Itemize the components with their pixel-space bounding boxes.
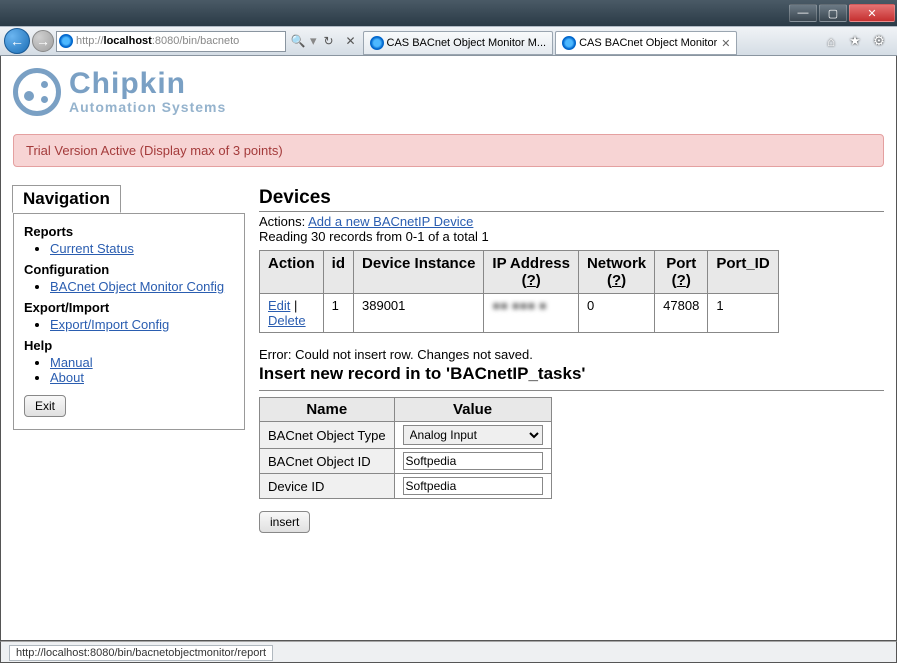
col-id: id: [323, 251, 353, 294]
form-row: Device ID: [260, 474, 552, 499]
refresh-button[interactable]: ↻: [319, 31, 339, 51]
form-input[interactable]: [403, 477, 543, 495]
ie-icon: [59, 34, 73, 48]
col-portid: Port_ID: [708, 251, 778, 294]
form-col-value: Value: [394, 398, 551, 422]
devices-actions: Actions: Add a new BACnetIP Device: [259, 214, 884, 229]
home-icon[interactable]: ⌂: [823, 33, 839, 49]
add-device-link[interactable]: Add a new BACnetIP Device: [308, 214, 473, 229]
cell-port: 47808: [655, 294, 708, 333]
browser-tab-2[interactable]: CAS BACnet Object Monitor ✕: [555, 31, 737, 55]
url-port: :8080: [152, 35, 180, 47]
delete-link[interactable]: Delete: [268, 313, 306, 328]
trial-banner: Trial Version Active (Display max of 3 p…: [13, 134, 884, 167]
form-row: BACnet Object Type Analog Input: [260, 422, 552, 449]
col-ip: IP Address(?): [484, 251, 579, 294]
object-type-select[interactable]: Analog Input: [403, 425, 543, 445]
url-prefix: http://: [76, 35, 104, 47]
insert-form: Name Value BACnet Object Type Analog Inpu…: [259, 397, 552, 499]
status-bar: http://localhost:8080/bin/bacnetobjectmo…: [0, 641, 897, 663]
nav-link[interactable]: Export/Import Config: [50, 317, 169, 332]
logo: Chipkin Automation Systems: [13, 68, 884, 116]
error-message: Error: Could not insert row. Changes not…: [259, 347, 884, 362]
form-label: Device ID: [260, 474, 395, 499]
minimize-button[interactable]: —: [789, 4, 817, 22]
url-host: localhost: [104, 35, 152, 47]
address-bar[interactable]: http://localhost:8080/bin/bacneto: [56, 31, 286, 52]
col-network: Network(?): [578, 251, 654, 294]
col-action: Action: [260, 251, 324, 294]
gear-icon[interactable]: ⚙: [871, 33, 887, 49]
status-text: http://localhost:8080/bin/bacnetobjectmo…: [9, 645, 273, 661]
cell-id: 1: [323, 294, 353, 333]
page-content: Chipkin Automation Systems Trial Version…: [0, 56, 897, 641]
exit-button[interactable]: Exit: [24, 395, 66, 417]
cell-portid: 1: [708, 294, 778, 333]
url-path: /bin/bacneto: [179, 35, 239, 47]
nav-link[interactable]: BACnet Object Monitor Config: [50, 279, 224, 294]
nav-title: Navigation: [12, 185, 121, 213]
form-row: BACnet Object ID: [260, 449, 552, 474]
edit-link[interactable]: Edit: [268, 298, 290, 313]
reading-info: Reading 30 records from 0-1 of a total 1: [259, 229, 884, 244]
tab-close-icon[interactable]: ✕: [721, 37, 730, 50]
forward-button[interactable]: →: [32, 30, 54, 52]
form-col-name: Name: [260, 398, 395, 422]
nav-link[interactable]: Manual: [50, 355, 93, 370]
form-input[interactable]: [403, 452, 543, 470]
brand-subtitle: Automation Systems: [69, 99, 226, 115]
logo-icon: [13, 68, 61, 116]
search-icon[interactable]: 🔍: [288, 31, 308, 51]
maximize-button[interactable]: ▢: [819, 4, 847, 22]
table-row: Edit | Delete 1 389001 ■■ ■■■ ■ 0 47808 …: [260, 294, 779, 333]
stop-button[interactable]: ✕: [341, 31, 361, 51]
nav-link[interactable]: Current Status: [50, 241, 134, 256]
devices-heading: Devices: [259, 187, 884, 209]
cell-instance: 389001: [354, 294, 484, 333]
ie-icon: [370, 36, 384, 50]
brand-name: Chipkin: [69, 69, 226, 99]
col-instance: Device Instance: [354, 251, 484, 294]
insert-button[interactable]: insert: [259, 511, 310, 533]
browser-toolbar: ← → http://localhost:8080/bin/bacneto 🔍 …: [0, 26, 897, 56]
cell-ip: ■■ ■■■ ■: [484, 294, 579, 333]
tab-title: CAS BACnet Object Monitor: [579, 37, 717, 49]
cell-network: 0: [578, 294, 654, 333]
nav-heading: Help: [24, 338, 234, 353]
devices-table: Action id Device Instance IP Address(?) …: [259, 250, 779, 333]
nav-heading: Configuration: [24, 262, 234, 277]
nav-heading: Reports: [24, 224, 234, 239]
close-button[interactable]: ✕: [849, 4, 895, 22]
tab-title: CAS BACnet Object Monitor M...: [387, 37, 547, 49]
ie-icon: [562, 36, 576, 50]
window-titlebar: — ▢ ✕: [0, 0, 897, 26]
form-label: BACnet Object ID: [260, 449, 395, 474]
nav-heading: Export/Import: [24, 300, 234, 315]
nav-link[interactable]: About: [50, 370, 84, 385]
browser-tab-1[interactable]: CAS BACnet Object Monitor M...: [363, 31, 554, 55]
back-button[interactable]: ←: [4, 28, 30, 54]
favorites-icon[interactable]: ★: [847, 33, 863, 49]
col-port: Port(?): [655, 251, 708, 294]
insert-title: Insert new record in to 'BACnetIP_tasks': [259, 364, 884, 384]
form-label: BACnet Object Type: [260, 422, 395, 449]
